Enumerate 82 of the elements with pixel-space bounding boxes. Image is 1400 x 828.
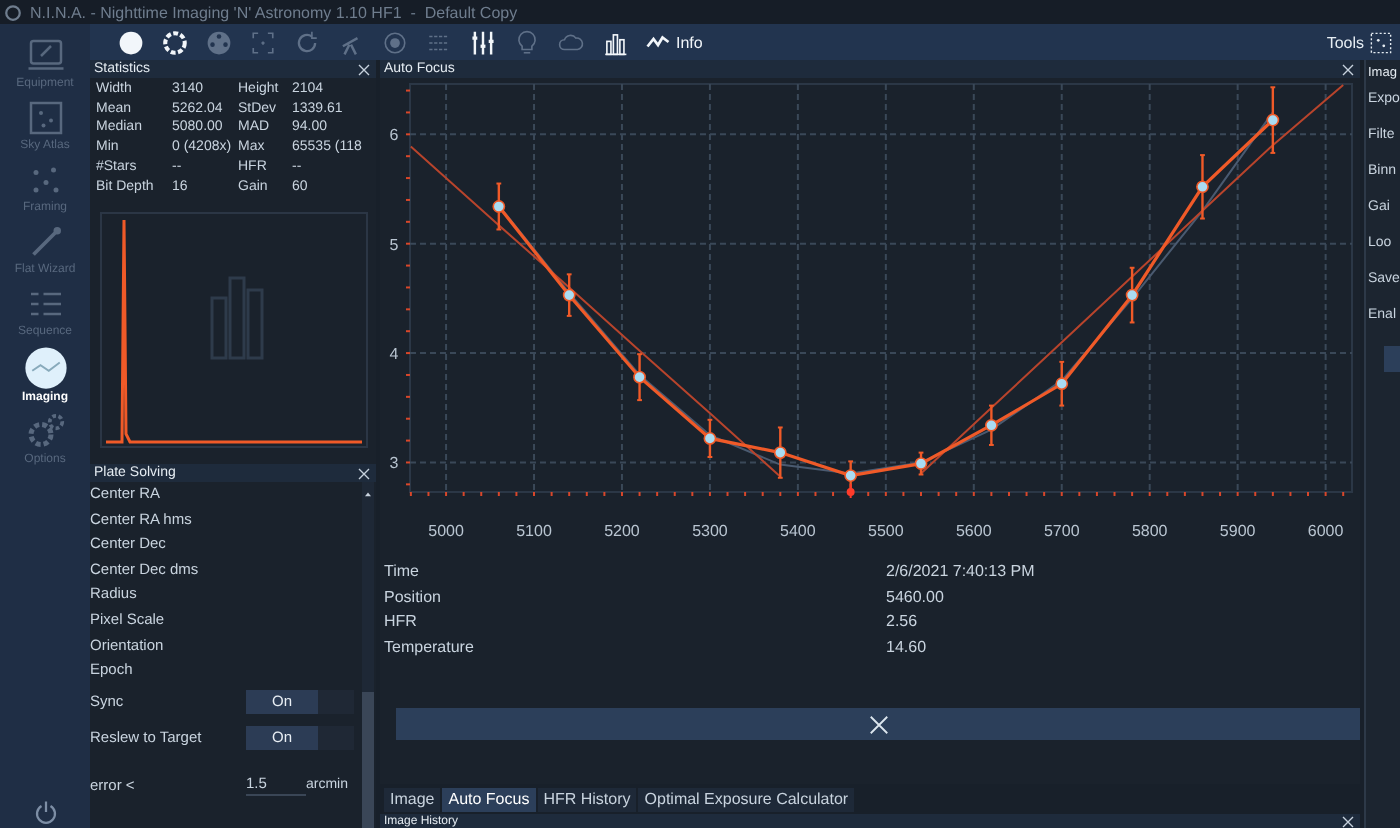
- point: [492, 200, 506, 213]
- info-label: Temperature: [384, 635, 476, 660]
- tab[interactable]: HFR History: [537, 788, 637, 812]
- focus-brackets-icon[interactable]: [250, 29, 276, 55]
- close-icon: [867, 713, 889, 736]
- info-value: 2/6/2021 7:40:13 PM: [886, 560, 1037, 584]
- point: [562, 288, 576, 302]
- x-tick-label: 5600: [956, 522, 992, 540]
- data-point: [844, 460, 858, 491]
- window-title: N.I.N.A. - Nighttime Imaging 'N' Astronomy 1.10 HF1 - Default Copy: [30, 3, 518, 21]
- point: [773, 446, 787, 460]
- x-tick-label: 5500: [868, 522, 904, 540]
- cloud-icon[interactable]: [558, 29, 584, 55]
- target-icon[interactable]: [382, 29, 408, 55]
- scrollbar[interactable]: [362, 482, 374, 828]
- y-tick-label: 3: [389, 454, 399, 473]
- info-label: HFR: [384, 610, 419, 635]
- x-tick-label: 5300: [692, 522, 728, 540]
- point: [1125, 288, 1139, 302]
- tab[interactable]: Image: [384, 788, 441, 812]
- point: [844, 469, 858, 482]
- info-value: 5460.00: [886, 585, 946, 610]
- data-point: [1125, 266, 1139, 324]
- x-tick-label: 5200: [604, 522, 640, 540]
- focus-marker: [846, 483, 855, 499]
- point: [984, 418, 998, 432]
- cancel-button[interactable]: [396, 708, 1360, 741]
- close-icon[interactable]: [1340, 61, 1356, 77]
- info-button[interactable]: Info: [646, 30, 703, 54]
- x-tick-label: 5800: [1131, 522, 1168, 540]
- data-point: [703, 418, 717, 458]
- data-point: [1055, 360, 1069, 407]
- data-point: [1196, 154, 1209, 220]
- dotted-square-icon: [1370, 31, 1392, 53]
- tools-button[interactable]: Tools: [1326, 31, 1392, 53]
- close-icon[interactable]: [356, 61, 372, 77]
- bar-chart-icon: [210, 276, 264, 360]
- map-icon: [25, 98, 65, 138]
- data-point: [492, 182, 506, 231]
- close-icon[interactable]: [356, 465, 372, 481]
- data-point: [633, 353, 646, 402]
- data-point: [1266, 86, 1280, 154]
- x-tick-label: 5000: [428, 522, 464, 540]
- point: [633, 370, 646, 384]
- x-tick-label: 6000: [1307, 522, 1344, 540]
- point: [703, 432, 717, 445]
- laptop-icon: [25, 36, 65, 76]
- info-value: 2.56: [886, 610, 920, 635]
- gear-icon: [25, 412, 65, 452]
- rotate-icon[interactable]: [294, 29, 320, 55]
- data-point: [562, 273, 576, 317]
- bar-chart-icon[interactable]: [602, 29, 628, 55]
- power-icon[interactable]: [33, 800, 57, 824]
- scroll-up-icon[interactable]: [362, 488, 374, 500]
- point: [1266, 113, 1280, 127]
- data-point: [773, 426, 787, 479]
- x-tick-label: 5100: [516, 522, 552, 540]
- point: [914, 457, 928, 470]
- bulb-icon[interactable]: [514, 29, 540, 55]
- x-tick-label: 5400: [780, 522, 816, 540]
- point: [1196, 180, 1209, 194]
- point: [1055, 377, 1069, 391]
- y-tick-label: 6: [389, 126, 399, 145]
- close-icon[interactable]: [1340, 813, 1356, 828]
- x-tick-label: 5700: [1043, 522, 1080, 540]
- y-tick-label: 5: [389, 235, 399, 254]
- filter-wheel-icon[interactable]: [206, 29, 232, 55]
- tab[interactable]: Auto Focus: [442, 788, 536, 812]
- data-point: [985, 404, 998, 446]
- scroll-thumb[interactable]: [362, 692, 374, 828]
- filled-circle-icon[interactable]: [118, 29, 144, 55]
- sliders-icon[interactable]: [470, 29, 496, 55]
- info-label: Time: [384, 560, 421, 584]
- y-tick-label: 4: [389, 345, 399, 364]
- info-label: Position: [384, 585, 443, 610]
- chart-circle-icon: [23, 346, 67, 390]
- tab[interactable]: Optimal Exposure Calculator: [638, 788, 855, 812]
- aperture-icon[interactable]: [162, 29, 188, 55]
- app-logo-icon: [4, 3, 22, 21]
- info-value: 14.60: [886, 635, 929, 660]
- data-point: [914, 451, 928, 476]
- x-tick-label: 5900: [1219, 522, 1256, 540]
